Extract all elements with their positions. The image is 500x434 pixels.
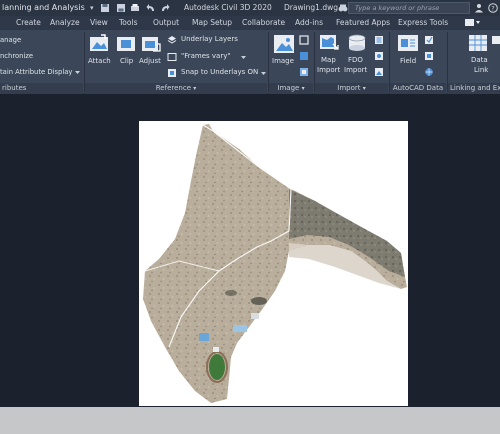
save-as-icon[interactable] xyxy=(116,3,126,13)
data-link-icon[interactable] xyxy=(468,34,488,52)
image-frame-icon[interactable] xyxy=(299,35,309,45)
snap-icon[interactable] xyxy=(167,68,177,78)
update-fields-icon[interactable] xyxy=(424,35,434,45)
attach-button[interactable]: Attach xyxy=(88,57,111,65)
clip-icon[interactable] xyxy=(116,34,136,52)
image-button[interactable]: Image xyxy=(272,57,294,65)
ribbon-tab-bar: Create Analyze View Tools Output Map Set… xyxy=(0,16,500,30)
adjust-button[interactable]: Adjust xyxy=(139,57,161,65)
image-icon[interactable] xyxy=(273,34,295,54)
sports-field xyxy=(209,354,225,380)
import-gps-icon[interactable] xyxy=(374,51,384,61)
drawing-canvas[interactable] xyxy=(0,95,500,407)
clip-button[interactable]: Clip xyxy=(120,57,133,65)
frames-icon[interactable] xyxy=(167,52,177,62)
aerial-image-underlay[interactable] xyxy=(139,121,408,406)
map-import-icon[interactable] xyxy=(319,34,339,52)
drawing-sheet xyxy=(139,121,408,406)
fdo-import-icon[interactable] xyxy=(347,34,367,52)
tab-collaborate[interactable]: Collaborate xyxy=(242,16,285,30)
fdo-import-label-2[interactable]: Import xyxy=(344,66,367,74)
building xyxy=(251,313,259,319)
building xyxy=(199,333,209,341)
chevron-down-icon[interactable]: ▾ xyxy=(193,85,196,92)
import-panel-title: Import xyxy=(337,84,361,92)
data-link-label-1[interactable]: Data xyxy=(471,56,488,64)
document-title: Drawing1.dwg xyxy=(284,3,338,12)
extract-data-icon[interactable] xyxy=(491,35,500,45)
redo-icon[interactable] xyxy=(160,3,170,13)
data-link-label-2[interactable]: Link xyxy=(474,66,488,74)
linking-panel-label: Linking and Extr xyxy=(448,83,500,94)
underlay-layers-icon[interactable] xyxy=(167,35,177,45)
app-title: Autodesk Civil 3D 2020 xyxy=(184,3,272,12)
vegetation-patch xyxy=(225,290,237,296)
image-panel-label: Image ▾ xyxy=(269,83,313,94)
maintain-attribute-display-button[interactable]: tain Attribute Display xyxy=(0,68,72,76)
globe-icon[interactable] xyxy=(424,67,434,77)
save-icon[interactable] xyxy=(100,3,110,13)
adjust-icon[interactable] xyxy=(141,34,161,52)
field-icon[interactable] xyxy=(397,34,419,52)
tab-view[interactable]: View xyxy=(90,16,108,30)
import-panel-label: Import ▾ xyxy=(315,83,388,94)
reference-panel-title: Reference xyxy=(155,84,191,92)
building xyxy=(233,325,247,332)
frames-vary-dropdown[interactable]: "Frames vary" xyxy=(181,52,231,60)
status-area xyxy=(0,407,500,434)
tab-create[interactable]: Create xyxy=(16,16,41,30)
chevron-down-icon[interactable]: ▾ xyxy=(90,2,94,14)
chevron-down-icon[interactable] xyxy=(240,54,247,61)
tab-analyze[interactable]: Analyze xyxy=(50,16,80,30)
attach-icon[interactable] xyxy=(89,34,109,52)
search-input[interactable]: Type a keyword or phrase xyxy=(348,2,470,14)
building xyxy=(213,347,219,352)
tab-tools[interactable]: Tools xyxy=(119,16,137,30)
ribbon-minimize-icon[interactable] xyxy=(464,18,482,27)
tab-featured-apps[interactable]: Featured Apps xyxy=(336,16,390,30)
undo-icon[interactable] xyxy=(146,3,156,13)
snap-to-underlays-dropdown[interactable]: Snap to Underlays ON xyxy=(181,68,258,76)
underlay-layers-button[interactable]: Underlay Layers xyxy=(181,35,238,43)
workspace-dropdown[interactable]: lanning and Analysis xyxy=(0,2,96,14)
image-quality-icon[interactable] xyxy=(299,67,309,77)
chevron-down-icon[interactable] xyxy=(74,69,81,76)
ole-object-icon[interactable] xyxy=(424,51,434,61)
map-import-label-1[interactable]: Map xyxy=(321,56,336,64)
image-transparency-icon[interactable] xyxy=(299,51,309,61)
binoculars-icon[interactable] xyxy=(338,3,348,13)
tab-map-setup[interactable]: Map Setup xyxy=(192,16,232,30)
chevron-down-icon[interactable] xyxy=(260,70,267,77)
print-icon[interactable] xyxy=(130,3,140,13)
fdo-import-label-1[interactable]: FDO xyxy=(348,56,363,64)
help-icon[interactable]: ? xyxy=(488,3,498,13)
chevron-down-icon[interactable]: ▾ xyxy=(363,85,366,92)
synchronize-button[interactable]: nchronize xyxy=(0,52,33,60)
title-bar: lanning and Analysis ▾ Autodesk Civil 3D… xyxy=(0,0,500,16)
vegetation-patch xyxy=(251,297,267,305)
svg-text:?: ? xyxy=(491,4,494,12)
sign-in-icon[interactable] xyxy=(474,3,484,13)
field-button[interactable]: Field xyxy=(400,57,416,65)
chevron-down-icon[interactable]: ▾ xyxy=(302,85,305,92)
tab-output[interactable]: Output xyxy=(153,16,179,30)
import-raster-icon[interactable] xyxy=(374,67,384,77)
reference-panel-label: Reference ▾ xyxy=(85,83,267,94)
autocad-civil3d-window: lanning and Analysis ▾ Autodesk Civil 3D… xyxy=(0,0,500,434)
tab-add-ins[interactable]: Add-ins xyxy=(295,16,323,30)
attributes-panel-label: ributes xyxy=(0,83,83,94)
autocad-data-panel-label: AutoCAD Data xyxy=(390,83,446,94)
import-csv-icon[interactable] xyxy=(374,35,384,45)
image-panel-title: Image xyxy=(277,84,300,92)
manage-button[interactable]: anage xyxy=(0,36,21,44)
ribbon-panel: anage nchronize tain Attribute Display r… xyxy=(0,30,500,94)
tab-express-tools[interactable]: Express Tools xyxy=(398,16,448,30)
map-import-label-2[interactable]: Import xyxy=(317,66,340,74)
